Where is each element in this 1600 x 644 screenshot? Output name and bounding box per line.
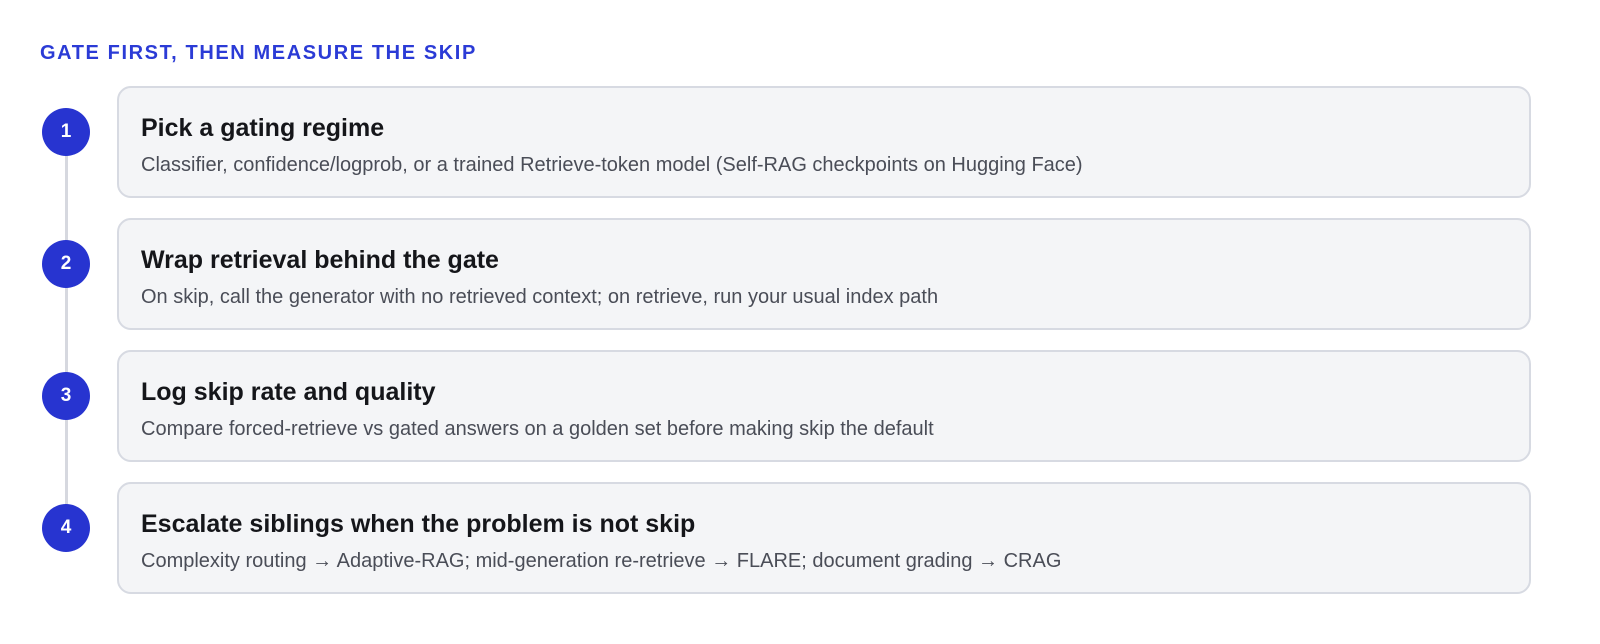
step-heading: Log skip rate and quality <box>141 378 436 406</box>
step-connector-line <box>65 134 68 530</box>
diagram-title: GATE FIRST, THEN MEASURE THE SKIP <box>40 42 477 64</box>
step-description: Complexity routing → Adaptive-RAG; mid-g… <box>141 550 1062 572</box>
step-description: On skip, call the generator with no retr… <box>141 286 939 308</box>
step-heading: Wrap retrieval behind the gate <box>141 246 499 274</box>
step-number-badge: 4 <box>42 504 90 552</box>
step-number-badge: 3 <box>42 372 90 420</box>
step-description: Compare forced-retrieve vs gated answers… <box>141 418 934 440</box>
step-number-badge: 1 <box>42 108 90 156</box>
step-card: Log skip rate and quality Compare forced… <box>117 350 1531 462</box>
step-card: Wrap retrieval behind the gate On skip, … <box>117 218 1531 330</box>
step-heading: Escalate siblings when the problem is no… <box>141 510 696 538</box>
step-card: Escalate siblings when the problem is no… <box>117 482 1531 594</box>
step-description: Classifier, confidence/logprob, or a tra… <box>141 154 1083 176</box>
step-card: Pick a gating regime Classifier, confide… <box>117 86 1531 198</box>
step-heading: Pick a gating regime <box>141 114 385 142</box>
step-number-badge: 2 <box>42 240 90 288</box>
